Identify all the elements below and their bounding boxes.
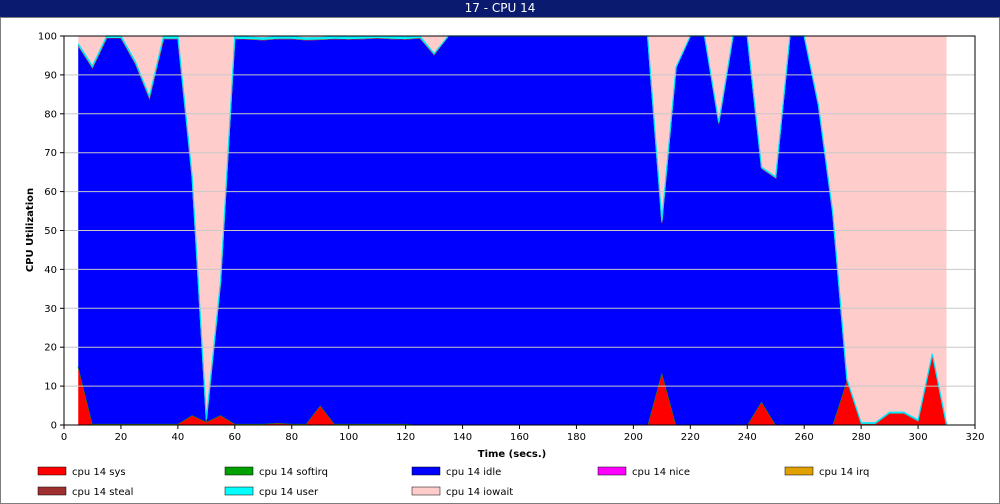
- legend-swatch-cpu-14-sys: [37, 466, 67, 476]
- y-tick-label: 80: [44, 109, 57, 120]
- x-tick-label: 20: [115, 432, 128, 443]
- x-tick-label: 40: [172, 432, 185, 443]
- y-tick-label: 0: [51, 421, 57, 432]
- legend-label-cpu-14-steal: cpu 14 steal: [72, 487, 133, 498]
- x-tick-label: 100: [339, 432, 358, 443]
- x-tick-label: 160: [510, 432, 529, 443]
- x-tick-label: 140: [453, 432, 472, 443]
- legend-swatch-cpu-14-steal: [37, 486, 67, 496]
- y-tick-label: 70: [44, 148, 57, 159]
- y-tick-label: 90: [44, 70, 57, 81]
- y-axis-label: CPU Utilization: [25, 188, 36, 272]
- legend-label-cpu-14-irq: cpu 14 irq: [819, 467, 869, 478]
- y-tick-label: 30: [44, 304, 57, 315]
- y-tick-label: 20: [44, 343, 57, 354]
- y-tick-label: 40: [44, 265, 57, 276]
- legend-label-cpu-14-nice: cpu 14 nice: [632, 467, 690, 478]
- x-axis-label: Time (secs.): [478, 449, 547, 460]
- x-tick-label: 320: [965, 432, 984, 443]
- x-tick-label: 80: [285, 432, 298, 443]
- y-tick-label: 100: [38, 32, 57, 43]
- legend-swatch-cpu-14-softirq: [224, 466, 254, 476]
- cpu-utilization-chart: 0 10 20 30 40 50 60 70 80 90 100 0 20 40 60 80 100 120 140…: [25, 32, 985, 499]
- x-tick-label: 240: [738, 432, 757, 443]
- legend-label-cpu-14-user: cpu 14 user: [259, 487, 319, 498]
- x-tick-label: 120: [396, 432, 415, 443]
- legend-label-cpu-14-sys: cpu 14 sys: [72, 467, 126, 478]
- legend-swatch-cpu-14-irq: [784, 466, 814, 476]
- legend-label-cpu-14-idle: cpu 14 idle: [446, 467, 501, 478]
- legend-swatch-cpu-14-iowait: [411, 486, 441, 496]
- legend-label-cpu-14-iowait: cpu 14 iowait: [446, 487, 513, 498]
- x-tick-label: 280: [852, 432, 871, 443]
- y-tick-label: 10: [44, 382, 57, 393]
- legend-swatch-cpu-14-nice: [597, 466, 627, 476]
- x-tick-label: 180: [567, 432, 586, 443]
- x-tick-label: 200: [624, 432, 643, 443]
- x-tick-label: 60: [228, 432, 241, 443]
- x-tick-label: 300: [909, 432, 928, 443]
- x-tick-label: 220: [681, 432, 700, 443]
- y-tick-label: 50: [44, 226, 57, 237]
- x-tick-label: 0: [61, 432, 67, 443]
- y-tick-label: 60: [44, 187, 57, 198]
- legend-label-cpu-14-softirq: cpu 14 softirq: [259, 467, 328, 478]
- legend-swatch-cpu-14-idle: [411, 466, 441, 476]
- legend-swatch-cpu-14-user: [224, 486, 254, 496]
- x-tick-label: 260: [795, 432, 814, 443]
